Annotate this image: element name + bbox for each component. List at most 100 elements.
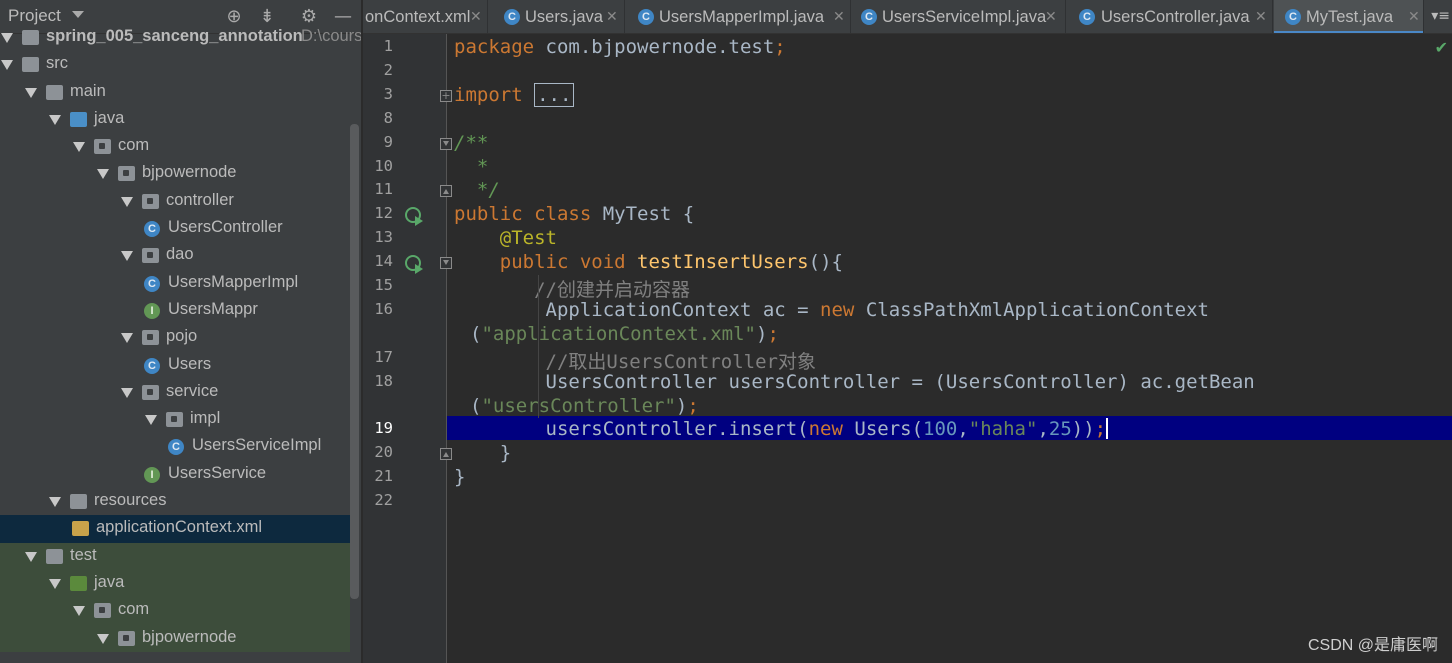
- package-icon: [166, 412, 183, 428]
- expand-toggle-icon[interactable]: [121, 251, 133, 262]
- class-icon: C: [144, 221, 160, 238]
- expand-toggle-icon[interactable]: [49, 578, 61, 589]
- package-icon: [142, 330, 159, 346]
- tree-item[interactable]: java: [0, 569, 350, 598]
- expand-fold-icon[interactable]: +: [440, 89, 452, 102]
- code-token: //取出UsersController对象: [454, 350, 816, 373]
- tree-item-label: service: [166, 381, 219, 400]
- tree-item[interactable]: com: [0, 597, 350, 625]
- tab-applicationcontext-xml[interactable]: onContext.xml ✕: [363, 0, 488, 33]
- run-test-icon[interactable]: [405, 255, 423, 275]
- tab-userscontroller-java[interactable]: C UsersController.java ✕: [1067, 0, 1273, 33]
- code-token: "applicationContext.xml": [481, 322, 756, 345]
- expand-toggle-icon[interactable]: [73, 606, 85, 617]
- code-token: ...: [534, 82, 575, 107]
- line-number: 16: [374, 299, 393, 318]
- tab-users-java[interactable]: C Users.java ✕: [489, 0, 625, 33]
- project-scrollbar[interactable]: [350, 124, 359, 599]
- class-icon: C: [504, 9, 520, 25]
- line-number: 22: [374, 491, 393, 510]
- line-number: 17: [374, 347, 393, 366]
- close-icon[interactable]: ✕: [606, 8, 618, 25]
- tree-item[interactable]: service: [0, 379, 350, 406]
- project-tree: spring_005_sanceng_annotationD:\course\1…: [0, 24, 362, 652]
- code-token: ;: [1094, 418, 1107, 441]
- tree-item[interactable]: java: [0, 106, 350, 133]
- tree-item-label: UsersMapperImpl: [168, 272, 299, 291]
- expand-toggle-icon[interactable]: [121, 196, 133, 207]
- tree-item[interactable]: controller: [0, 188, 350, 215]
- source-folder-icon: [70, 111, 87, 127]
- expand-toggle-icon[interactable]: [145, 415, 157, 426]
- tree-item[interactable]: C UsersServiceImpl: [0, 433, 350, 460]
- code-line: package com.bjpowernode.test;: [454, 36, 786, 58]
- folder-icon: [46, 84, 63, 100]
- tab-mytest-java[interactable]: C MyTest.java ✕: [1274, 0, 1424, 33]
- expand-toggle-icon[interactable]: [121, 387, 133, 398]
- tree-item[interactable]: test: [0, 542, 350, 570]
- collapse-fold-icon[interactable]: [440, 448, 452, 461]
- code-line: public class MyTest {: [454, 203, 694, 225]
- expand-toggle-icon[interactable]: [49, 497, 61, 508]
- interface-icon: I: [144, 302, 160, 319]
- expand-toggle-icon[interactable]: [25, 87, 37, 98]
- code-token: import: [454, 83, 535, 106]
- tree-item[interactable]: applicationContext.xml: [0, 515, 350, 543]
- tree-item[interactable]: impl: [0, 406, 350, 433]
- code-token: ;: [774, 36, 786, 58]
- panel-divider[interactable]: [361, 0, 362, 663]
- collapse-fold-icon[interactable]: [440, 257, 452, 270]
- line-number: 12: [374, 204, 393, 223]
- code-token: ): [756, 322, 768, 345]
- expand-toggle-icon[interactable]: [97, 633, 109, 644]
- code-editor[interactable]: 1 2 3 8 9 10 11 12 13 14 15 16 17 18 19 20 21 22 package …: [363, 34, 1452, 663]
- collapse-fold-icon[interactable]: [440, 185, 452, 198]
- tree-item[interactable]: resources: [0, 488, 350, 515]
- package-icon: [94, 139, 111, 155]
- code-token: ApplicationContext ac =: [454, 298, 821, 321]
- tab-usersmapperimpl-java[interactable]: C UsersMapperImpl.java ✕: [626, 0, 851, 33]
- tree-item[interactable]: src: [0, 51, 350, 78]
- tree-item[interactable]: I UsersMappr: [0, 297, 350, 324]
- code-token: package: [454, 36, 546, 58]
- close-icon[interactable]: ✕: [1408, 8, 1420, 25]
- expand-toggle-icon[interactable]: [1, 60, 13, 71]
- expand-toggle-icon[interactable]: [97, 169, 109, 180]
- close-icon[interactable]: ✕: [1255, 8, 1267, 25]
- collapse-fold-icon[interactable]: [440, 137, 452, 150]
- tree-item[interactable]: I UsersService: [0, 461, 350, 488]
- code-token: }: [454, 442, 512, 465]
- tree-item[interactable]: pojo: [0, 324, 350, 351]
- code-token: "usersController": [481, 394, 676, 417]
- editor-gutter: 1 2 3 8 9 10 11 12 13 14 15 16 17 18 19 20 21 22: [363, 34, 446, 663]
- close-icon[interactable]: ✕: [470, 8, 482, 25]
- expand-toggle-icon[interactable]: [73, 142, 85, 153]
- tree-item[interactable]: C UsersController: [0, 215, 350, 242]
- expand-toggle-icon[interactable]: [121, 333, 133, 344]
- expand-toggle-icon[interactable]: [49, 114, 61, 125]
- code-token: }: [454, 466, 466, 489]
- tree-item[interactable]: bjpowernode: [0, 160, 350, 187]
- project-panel-title[interactable]: Project: [8, 6, 61, 26]
- chevron-down-icon[interactable]: [72, 11, 84, 18]
- expand-toggle-icon[interactable]: [1, 33, 13, 43]
- inspection-ok-icon[interactable]: ✔: [1435, 38, 1448, 57]
- tree-item[interactable]: com: [0, 133, 350, 160]
- text-caret: [1106, 418, 1109, 440]
- line-number: 19: [374, 419, 393, 438]
- line-number: 15: [374, 276, 393, 294]
- tree-item[interactable]: main: [0, 79, 350, 106]
- tree-item[interactable]: dao: [0, 242, 350, 269]
- tree-item[interactable]: C UsersMapperImpl: [0, 270, 350, 297]
- tree-item[interactable]: C Users: [0, 352, 350, 379]
- run-test-icon[interactable]: [405, 207, 423, 227]
- project-panel: Project ⊕ ⇟ ⚙ — spring_005_sanceng_annot…: [0, 0, 362, 663]
- close-icon[interactable]: ✕: [833, 8, 845, 25]
- tree-item[interactable]: bjpowernode: [0, 624, 350, 652]
- tree-item[interactable]: spring_005_sanceng_annotationD:\course\1: [0, 24, 362, 51]
- expand-toggle-icon[interactable]: [25, 551, 37, 562]
- code-token: usersController.insert(: [454, 418, 809, 441]
- close-icon[interactable]: ✕: [1045, 8, 1057, 25]
- tab-usersserviceimpl-java[interactable]: C UsersServiceImpl.java ✕: [852, 0, 1066, 33]
- tab-overflow-menu-icon[interactable]: ▾≡: [1431, 8, 1450, 24]
